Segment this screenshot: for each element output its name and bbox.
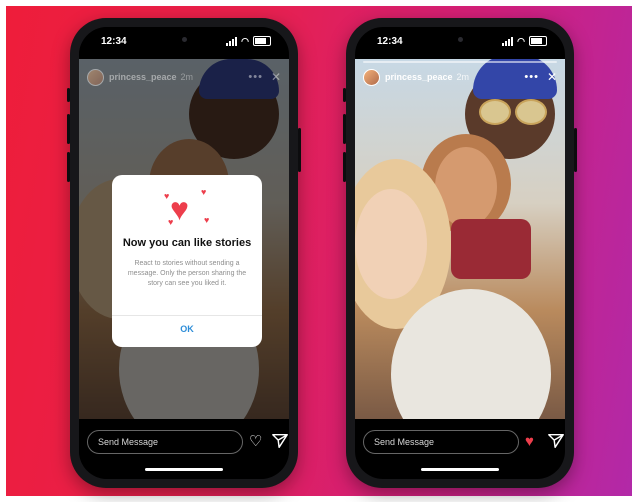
avatar[interactable] — [363, 68, 380, 86]
phone-left: 12:34 ◠ princess_peace 2m ••• ✕ ♥ ♥ ♥ ♥ … — [67, 18, 301, 488]
send-icon[interactable] — [271, 432, 289, 450]
status-time: 12:34 — [101, 36, 127, 47]
story-age: 2m — [456, 72, 470, 82]
avatar[interactable] — [87, 68, 104, 86]
hearts-illustration: ♥ ♥ ♥ ♥ ♥ — [112, 187, 262, 233]
like-stories-dialog: ♥ ♥ ♥ ♥ ♥ Now you can like stories React… — [112, 175, 262, 347]
more-icon[interactable]: ••• — [524, 71, 539, 83]
home-indicator[interactable] — [145, 468, 223, 471]
story-age: 2m — [180, 72, 194, 82]
power-button — [298, 128, 301, 172]
small-heart-icon: ♥ — [164, 191, 170, 201]
like-heart-icon[interactable]: ♡ — [249, 433, 262, 451]
battery-icon — [253, 36, 271, 46]
wifi-icon: ◠ — [241, 35, 249, 46]
dialog-body: React to stories without sending a messa… — [127, 260, 247, 287]
story-username[interactable]: princess_peace — [385, 72, 453, 82]
front-camera — [182, 37, 187, 42]
mute-switch — [67, 88, 70, 102]
battery-icon — [529, 36, 547, 46]
status-bar: 12:34 ◠ — [79, 27, 289, 57]
dialog-divider — [112, 315, 262, 316]
story-username[interactable]: princess_peace — [109, 72, 177, 82]
like-heart-icon[interactable]: ♥ — [525, 433, 534, 451]
heart-icon: ♥ — [170, 191, 189, 227]
send-icon[interactable] — [547, 432, 565, 450]
mute-switch — [343, 88, 346, 102]
close-icon[interactable]: ✕ — [547, 70, 557, 84]
ok-button[interactable]: OK — [112, 323, 262, 335]
status-bar: 12:34 ◠ — [355, 27, 565, 57]
story-progress-bar — [363, 61, 557, 63]
story-header: princess_peace 2m ••• ✕ — [363, 67, 557, 87]
dialog-title: Now you can like stories — [122, 237, 252, 249]
signal-icon — [502, 36, 514, 46]
volume-up-button — [343, 114, 346, 144]
wifi-icon: ◠ — [517, 35, 525, 46]
send-message-input[interactable] — [87, 430, 243, 454]
story-screen: 12:34 ◠ princess_peace 2m ••• ✕ ♥ — [355, 27, 565, 479]
front-camera — [458, 37, 463, 42]
status-time: 12:34 — [377, 36, 403, 47]
phone-right: 12:34 ◠ princess_peace 2m ••• ✕ ♥ — [343, 18, 577, 488]
story-photo[interactable] — [355, 59, 565, 419]
story-header: princess_peace 2m ••• ✕ — [87, 67, 281, 87]
home-indicator[interactable] — [421, 468, 499, 471]
small-heart-icon: ♥ — [204, 215, 210, 225]
volume-up-button — [67, 114, 70, 144]
story-screen: 12:34 ◠ princess_peace 2m ••• ✕ ♥ ♥ ♥ ♥ … — [79, 27, 289, 479]
power-button — [574, 128, 577, 172]
small-heart-icon: ♥ — [201, 187, 207, 197]
volume-down-button — [67, 152, 70, 182]
send-message-input[interactable] — [363, 430, 519, 454]
more-icon[interactable]: ••• — [248, 71, 263, 83]
close-icon[interactable]: ✕ — [271, 70, 281, 84]
volume-down-button — [343, 152, 346, 182]
signal-icon — [226, 36, 238, 46]
